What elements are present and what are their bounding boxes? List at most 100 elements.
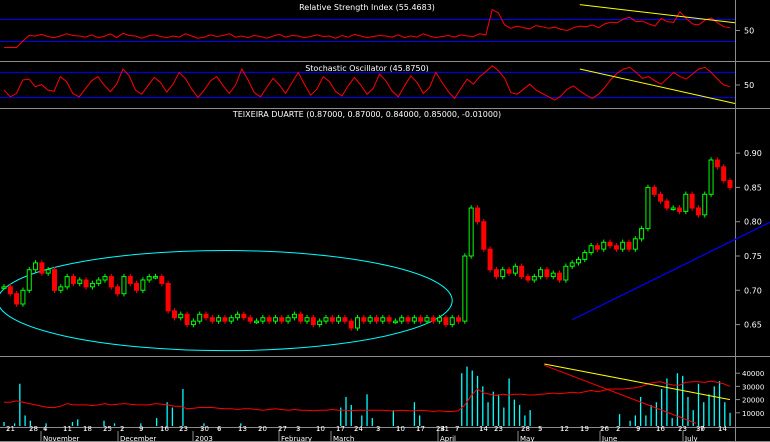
candle-body-76 [481, 221, 487, 250]
x-month-label-2: 2003 [195, 435, 213, 442]
volume-bar-97 [513, 399, 516, 426]
candle-body-101 [639, 228, 645, 240]
candle-body-98 [620, 241, 626, 250]
x-month-label-3: February [281, 435, 312, 442]
candle-body-85 [538, 269, 544, 278]
x-day-label-4: 18 [83, 425, 92, 433]
candle-body-47 [298, 313, 304, 322]
candle-body-39 [247, 317, 253, 322]
candle-body-81 [512, 265, 518, 274]
price-y-tick-label-2: 0.75 [744, 252, 762, 261]
candle-body-109 [689, 193, 695, 209]
x-day-label-10: 30 [200, 425, 209, 433]
volume-bar-29 [155, 418, 158, 426]
x-day-label-7: 9 [139, 425, 143, 433]
volume-bar-138 [729, 412, 731, 426]
candle-body-91 [575, 258, 581, 264]
volume-bar-127 [671, 418, 673, 426]
candle-body-24 [153, 276, 159, 279]
volume-bar-128 [676, 373, 679, 426]
volume-bar-123 [650, 404, 652, 426]
x-month-label-0: November [43, 435, 80, 442]
candle-body-110 [695, 207, 701, 216]
candle-body-25 [159, 276, 165, 284]
candle-body-7 [45, 269, 51, 274]
volume-bar-89 [471, 370, 473, 426]
candle-body-104 [658, 193, 664, 202]
candle-body-37 [235, 313, 241, 319]
candle-body-61 [386, 317, 392, 322]
candle-body-68 [430, 317, 436, 322]
volume-bar-98 [518, 404, 521, 426]
candle-body-63 [399, 317, 405, 322]
candle-body-71 [449, 317, 455, 326]
candle-body-43 [272, 317, 278, 322]
volume-bar-92 [487, 402, 489, 426]
stock-chart: Relative Strength Index (55.4683) Stocha… [0, 0, 770, 442]
candle-body-41 [260, 317, 266, 322]
x-day-label-31: 26 [600, 425, 609, 433]
candle-body-73 [462, 255, 468, 322]
volume-y-tick-label-1: 20000 [742, 397, 764, 405]
volume-bar-74 [392, 410, 395, 426]
candle-body-64 [405, 317, 411, 322]
candle-body-5 [33, 262, 39, 271]
x-day-label-18: 24 [354, 425, 363, 433]
candle-body-16 [102, 276, 108, 281]
candle-body-111 [702, 193, 708, 216]
candle-body-112 [708, 159, 714, 195]
price-y-tick-label-4: 0.85 [744, 183, 762, 192]
volume-bar-130 [687, 396, 689, 426]
volume-bar-95 [503, 407, 505, 426]
x-day-label-30: 19 [580, 425, 589, 433]
candle-body-92 [582, 252, 588, 260]
candle-body-84 [531, 276, 537, 281]
candle-body-77 [487, 248, 493, 271]
volume-bar-124 [655, 402, 658, 426]
candle-body-94 [594, 245, 600, 250]
volume-bar-134 [708, 394, 710, 426]
x-month-label-8: July [684, 435, 698, 442]
candle-body-51 [323, 317, 329, 322]
candle-body-28 [178, 313, 184, 319]
candle-body-102 [645, 186, 651, 230]
x-day-label-35: 23 [678, 425, 687, 433]
candle-body-54 [342, 317, 348, 322]
candle-body-86 [544, 269, 550, 278]
candle-body-95 [601, 241, 607, 250]
candle-body-48 [304, 317, 310, 322]
candle-body-21 [134, 282, 140, 291]
rsi-title: Relative Strength Index (55.4683) [299, 3, 435, 12]
volume-bar-132 [697, 383, 700, 426]
candle-body-2 [14, 293, 20, 305]
x-day-label-3: 11 [63, 425, 72, 433]
candle-body-50 [317, 320, 323, 326]
candle-body-40 [254, 320, 260, 324]
candle-body-8 [52, 269, 58, 291]
volume-bar-78 [413, 402, 416, 426]
volume-bar-126 [666, 378, 668, 426]
candle-body-72 [456, 317, 462, 322]
volume-y-tick-label-3: 40000 [742, 370, 764, 378]
volume-bar-94 [497, 394, 500, 426]
x-month-label-7: June [601, 435, 617, 442]
volume-bar-4 [24, 415, 26, 426]
candle-body-74 [468, 207, 474, 257]
candle-body-27 [171, 310, 177, 319]
candle-body-35 [222, 317, 228, 322]
x-day-label-17: 17 [336, 425, 345, 433]
x-day-label-6: 2 [120, 425, 124, 433]
candle-body-58 [367, 317, 373, 322]
candle-body-6 [39, 262, 45, 274]
volume-bar-90 [476, 375, 479, 426]
x-day-label-20: 10 [396, 425, 405, 433]
volume-bar-87 [461, 373, 463, 426]
candle-body-88 [557, 272, 563, 281]
x-month-label-5: April [440, 435, 456, 442]
x-day-label-21: 17 [416, 425, 425, 433]
candle-body-96 [607, 241, 613, 247]
x-day-label-34: 16 [656, 425, 665, 433]
price-y-tick-label-0: 0.65 [744, 321, 762, 330]
volume-y-tick-label-0: 10000 [742, 410, 764, 418]
candle-body-114 [721, 166, 727, 182]
